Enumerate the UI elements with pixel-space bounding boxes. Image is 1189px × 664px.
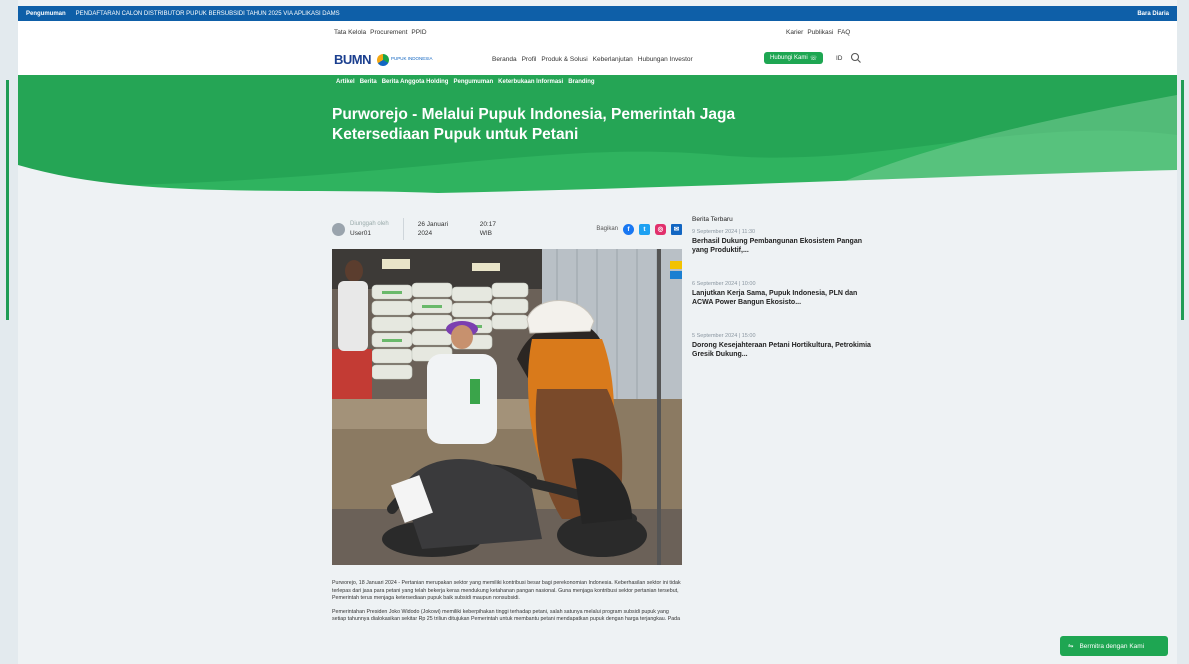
facebook-icon[interactable]: f [623, 223, 634, 235]
news-timestamp: 6 September 2024 | 10:00 [692, 281, 756, 287]
subnav-pengumuman[interactable]: Pengumuman [453, 79, 493, 85]
article-meta: Diunggah oleh User01 26 Januari 2024 20:… [332, 215, 682, 243]
share-label: Bagikan [596, 226, 618, 232]
util-link-karier[interactable]: Karier [786, 29, 803, 36]
article-paragraph: Pemerintahan Presiden Joko Widodo (Jokow… [332, 608, 681, 623]
subnav-berita[interactable]: Berita [360, 79, 377, 85]
contact-button[interactable]: Hubungi Kami ☏ [764, 52, 824, 64]
article-photo-illustration [332, 249, 682, 565]
article-body: Purworejo, 18 Januari 2024 - Pertanian m… [332, 580, 682, 630]
phone-icon: ☏ [809, 55, 818, 62]
site-header: Tata Kelola Procurement PPID Karier Publ… [18, 21, 1177, 75]
twitter-icon[interactable]: t [639, 223, 650, 235]
news-title[interactable]: Berhasil Dukung Pembangunan Ekosistem Pa… [692, 237, 872, 255]
subnav-berita-anggota[interactable]: Berita Anggota Holding [382, 79, 449, 85]
rail-accent [1181, 80, 1184, 320]
nav-produk-solusi[interactable]: Produk & Solusi [541, 56, 587, 63]
instagram-icon[interactable]: ◎ [655, 223, 666, 235]
announcement-tag: Pengumuman [26, 10, 66, 17]
util-link-ppid[interactable]: PPID [411, 29, 426, 36]
left-rail [0, 0, 18, 664]
author-label: Diunggah oleh [350, 221, 389, 227]
email-icon[interactable]: ✉ [671, 223, 682, 235]
latest-news-sidebar: Berita Terbaru 9 September 2024 | 11:30 … [692, 216, 872, 385]
announcement-bar: Pengumuman PENDAFTARAN CALON DISTRIBUTOR… [18, 6, 1177, 21]
handshake-icon: ⇋ [1068, 643, 1074, 650]
avatar [332, 222, 345, 236]
page-title: Purworejo - Melalui Pupuk Indonesia, Pem… [332, 106, 736, 143]
news-item[interactable]: 5 September 2024 | 15:00 Dorong Kesejaht… [692, 333, 872, 359]
util-link-procurement[interactable]: Procurement [370, 29, 407, 36]
browser-frame: Pengumuman PENDAFTARAN CALON DISTRIBUTOR… [0, 0, 1189, 664]
utility-links: Tata Kelola Procurement PPID [334, 29, 427, 36]
pupuk-indonesia-wordmark: PUPUK INDONESIA [391, 56, 433, 62]
article-photo [332, 249, 682, 565]
news-timestamp: 5 September 2024 | 15:00 [692, 333, 756, 339]
subnav-branding[interactable]: Branding [568, 79, 594, 85]
news-title[interactable]: Dorong Kesejahteraan Petani Hortikultura… [692, 341, 872, 359]
subnav-artikel[interactable]: Artikel [336, 79, 355, 85]
nav-profil[interactable]: Profil [522, 56, 537, 63]
rail-accent [6, 80, 9, 320]
logos[interactable]: BUMN PUPUK INDONESIA [334, 52, 433, 67]
utility-links-right: Karier Publikasi FAQ [786, 29, 850, 36]
sub-nav: Artikel Berita Berita Anggota Holding Pe… [336, 79, 595, 85]
partner-chat-label: Bermitra dengan Kami [1079, 642, 1145, 650]
share-bar: Bagikan f t ◎ ✉ [596, 223, 682, 235]
util-link-publikasi[interactable]: Publikasi [807, 29, 833, 36]
sidebar-heading: Berita Terbaru [692, 216, 733, 223]
language-link[interactable]: Bara Diaria [1137, 11, 1169, 17]
hero-banner: Artikel Berita Berita Anggota Holding Pe… [18, 75, 1177, 193]
bumn-logo: BUMN [334, 52, 372, 67]
language-toggle[interactable]: ID [836, 55, 843, 62]
right-rail [1177, 0, 1189, 664]
partner-chat-button[interactable]: ⇋ Bermitra dengan Kami [1060, 636, 1168, 656]
search-icon[interactable] [850, 52, 862, 64]
announcement-link[interactable]: PENDAFTARAN CALON DISTRIBUTOR PUPUK BERS… [76, 11, 340, 17]
nav-keberlanjutan[interactable]: Keberlanjutan [593, 56, 633, 63]
author-name: User01 [350, 230, 371, 237]
news-item[interactable]: 6 September 2024 | 10:00 Lanjutkan Kerja… [692, 281, 872, 307]
news-item[interactable]: 9 September 2024 | 11:30 Berhasil Dukung… [692, 229, 872, 255]
util-link-tata-kelola[interactable]: Tata Kelola [334, 29, 366, 36]
news-title[interactable]: Lanjutkan Kerja Sama, Pupuk Indonesia, P… [692, 289, 872, 307]
publish-date: 26 Januari 2024 [417, 221, 449, 237]
nav-hubungan-investor[interactable]: Hubungan Investor [638, 56, 693, 63]
news-timestamp: 9 September 2024 | 11:30 [692, 229, 756, 235]
pupuk-indonesia-mark-icon [377, 53, 389, 66]
subnav-keterbukaan[interactable]: Keterbukaan Informasi [498, 79, 563, 85]
contact-button-label: Hubungi Kami [770, 55, 808, 61]
author-block: Diunggah oleh User01 [350, 220, 389, 238]
divider [402, 218, 404, 240]
main-nav: Beranda Profil Produk & Solusi Keberlanj… [492, 56, 693, 63]
publish-time: 20:17 WIB [479, 221, 496, 237]
article-paragraph: Purworejo, 18 Januari 2024 - Pertanian m… [332, 580, 681, 602]
util-link-faq[interactable]: FAQ [837, 29, 850, 36]
nav-beranda[interactable]: Beranda [492, 56, 517, 63]
pupuk-indonesia-logo: PUPUK INDONESIA [377, 53, 433, 66]
